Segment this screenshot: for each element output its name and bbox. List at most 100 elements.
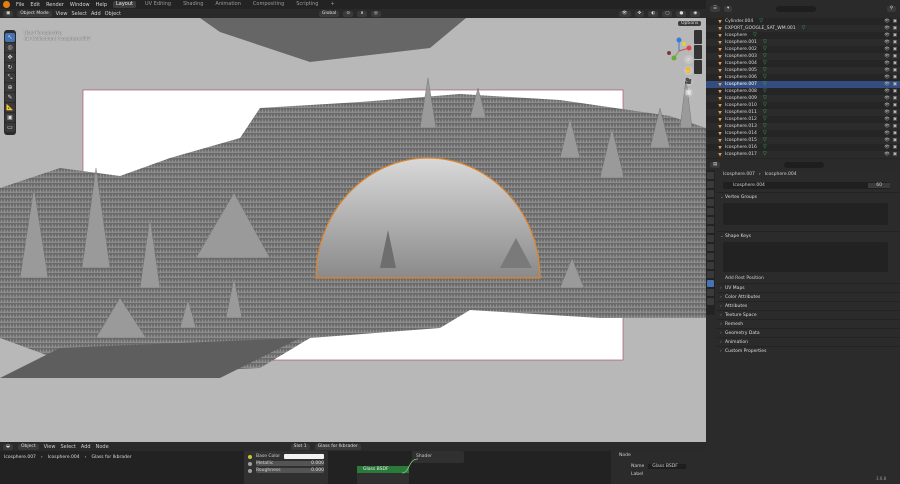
proportional-edit-icon[interactable]: ◎	[370, 10, 381, 17]
visibility-eye-icon[interactable]: 👁	[884, 81, 890, 88]
vertex-groups-list[interactable]	[723, 203, 888, 225]
outliner-item[interactable]: Icosphere.009 ▽ 👁 ▣	[706, 95, 900, 102]
node-sidebar-tab[interactable]: Node	[611, 451, 706, 460]
node-name-field[interactable]: Glass BSDF	[648, 464, 686, 469]
mesh-datablock-field[interactable]: Icosphere.004 60	[723, 182, 890, 189]
mesh-data-icon[interactable]: ▽	[763, 151, 767, 158]
metallic-row[interactable]: Metallic 0.000	[244, 460, 328, 467]
visibility-eye-icon[interactable]: 👁	[884, 144, 890, 151]
render-camera-icon[interactable]: ▣	[893, 116, 897, 123]
outliner-item[interactable]: Icosphere.014 ▽ 👁 ▣	[706, 130, 900, 137]
mesh-data-icon[interactable]: ▽	[763, 39, 767, 46]
mesh-data-icon[interactable]: ▽	[763, 102, 767, 109]
render-camera-icon[interactable]: ▣	[893, 32, 897, 39]
base-color-swatch[interactable]	[284, 454, 324, 459]
options-button[interactable]: Options	[678, 20, 702, 27]
principled-bsdf-node[interactable]: Base Color Metallic 0.000 Roughness 0.00…	[244, 451, 328, 484]
blender-logo-icon[interactable]	[3, 1, 10, 8]
outliner-item[interactable]: Icosphere.012 ▽ 👁 ▣	[706, 116, 900, 123]
visibility-eye-icon[interactable]: 👁	[884, 25, 890, 32]
output-tab-icon[interactable]	[707, 190, 714, 197]
custom-properties-section[interactable]: Custom Properties	[717, 346, 900, 356]
mesh-data-icon[interactable]: ▽	[763, 53, 767, 60]
properties-search-input[interactable]	[784, 161, 825, 168]
render-camera-icon[interactable]: ▣	[893, 25, 897, 32]
pan-icon[interactable]: ✋	[684, 66, 693, 75]
render-camera-icon[interactable]: ▣	[893, 130, 897, 137]
visibility-eye-icon[interactable]: 👁	[884, 67, 890, 74]
outliner-item[interactable]: Icosphere.004 ▽ 👁 ▣	[706, 60, 900, 67]
scene-tab-icon[interactable]	[707, 208, 714, 215]
annotate-icon[interactable]: ✎	[5, 93, 15, 102]
visibility-eye-icon[interactable]: 👁	[884, 102, 890, 109]
pivot-icon[interactable]: ⊙	[343, 10, 354, 17]
mesh-data-icon[interactable]: ▽	[763, 116, 767, 123]
visibility-eye-icon[interactable]: 👁	[884, 95, 890, 102]
world-tab-icon[interactable]	[707, 217, 714, 224]
texture-space-section[interactable]: Texture Space	[717, 310, 900, 320]
mesh-data-icon[interactable]: ▽	[763, 67, 767, 74]
physics-tab-icon[interactable]	[707, 262, 714, 269]
render-camera-icon[interactable]: ▣	[893, 74, 897, 81]
mesh-data-icon[interactable]: ▽	[763, 130, 767, 137]
outliner-item[interactable]: Cylinder.004 ▽ 👁 ▣	[706, 18, 900, 25]
outliner-item[interactable]: EXPORT_GOOGLE_SAT_WM.001 ▽ 👁 ▣	[706, 25, 900, 32]
visibility-eye-icon[interactable]: 👁	[884, 151, 890, 158]
tab-shading[interactable]: Shading	[180, 1, 206, 8]
geometry-data-section[interactable]: Geometry Data	[717, 328, 900, 338]
sidebar-tab-view[interactable]	[694, 60, 702, 74]
render-camera-icon[interactable]: ▣	[893, 95, 897, 102]
render-camera-icon[interactable]: ▣	[893, 18, 897, 25]
outliner-item[interactable]: Icosphere.005 ▽ 👁 ▣	[706, 67, 900, 74]
viewport-menu-add[interactable]: Add	[91, 11, 101, 17]
visibility-eye-icon[interactable]: 👁	[884, 130, 890, 137]
visibility-eye-icon[interactable]: 👁	[884, 109, 890, 116]
object-mode-dropdown[interactable]: Object Mode	[17, 10, 52, 17]
remesh-section[interactable]: Remesh	[717, 319, 900, 329]
shape-keys-list[interactable]	[723, 242, 888, 272]
render-camera-icon[interactable]: ▣	[893, 39, 897, 46]
filter-icon[interactable]: ⚲	[886, 6, 896, 12]
add-rest-position-checkbox[interactable]: Add Rest Position	[717, 274, 900, 283]
render-camera-icon[interactable]: ▣	[893, 46, 897, 53]
tab-uv-editing[interactable]: UV Editing	[142, 1, 174, 8]
mesh-data-icon[interactable]: ▽	[763, 88, 767, 95]
mesh-data-icon[interactable]: ▽	[763, 137, 767, 144]
visibility-eye-icon[interactable]: 👁	[884, 60, 890, 67]
visibility-eye-icon[interactable]: 👁	[884, 123, 890, 130]
mesh-data-icon[interactable]: ▽	[763, 144, 767, 151]
add-cube-icon[interactable]: ▣	[5, 113, 15, 122]
extra-tool-icon[interactable]: ▭	[5, 123, 15, 132]
material-slot-dropdown[interactable]: Slot 1	[290, 443, 310, 450]
mesh-data-icon[interactable]: ▽	[753, 32, 757, 39]
base-color-row[interactable]: Base Color	[244, 453, 328, 460]
xray-icon[interactable]: ▢	[662, 10, 673, 17]
mesh-data-icon[interactable]: ▽	[763, 109, 767, 116]
render-camera-icon[interactable]: ▣	[893, 151, 897, 158]
rotate-icon[interactable]: ↻	[5, 63, 15, 72]
shading-material-icon[interactable]: ◉	[690, 10, 701, 17]
tab-animation[interactable]: Animation	[212, 1, 244, 8]
tab-compositing[interactable]: Compositing	[250, 1, 287, 8]
mesh-data-icon[interactable]: ▽	[763, 74, 767, 81]
visibility-eye-icon[interactable]: 👁	[884, 74, 890, 81]
transform-icon[interactable]: ⊕	[5, 83, 15, 92]
render-tab-icon[interactable]	[707, 181, 714, 188]
tab-layout[interactable]: Layout	[113, 1, 136, 8]
node-menu-select[interactable]: Select	[60, 444, 75, 450]
shading-solid-icon[interactable]: ●	[676, 10, 687, 17]
viewport-menu-select[interactable]: Select	[72, 11, 87, 17]
visibility-eye-icon[interactable]: 👁	[884, 53, 890, 60]
render-camera-icon[interactable]: ▣	[893, 88, 897, 95]
sidebar-tab-item[interactable]	[694, 30, 702, 44]
color-attributes-section[interactable]: Color Attributes	[717, 292, 900, 302]
mesh-data-icon[interactable]: ▽	[759, 18, 763, 25]
modifier-tab-icon[interactable]	[707, 244, 714, 251]
editor-type-button[interactable]: ▣	[3, 10, 14, 17]
outliner-item[interactable]: Icosphere.001 ▽ 👁 ▣	[706, 39, 900, 46]
add-workspace-button[interactable]: +	[327, 1, 337, 8]
visibility-eye-icon[interactable]: 👁	[884, 137, 890, 144]
camera-view-icon[interactable]: 🎥	[684, 77, 693, 86]
outliner-item[interactable]: Icosphere.011 ▽ 👁 ▣	[706, 109, 900, 116]
shape-keys-section[interactable]: Shape Keys	[717, 231, 900, 241]
